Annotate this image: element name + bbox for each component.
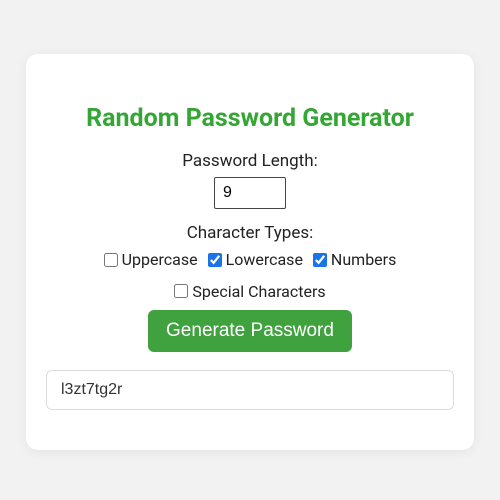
length-label: Password Length: xyxy=(46,151,454,171)
numbers-label: Numbers xyxy=(331,247,396,273)
option-lowercase[interactable]: Lowercase xyxy=(208,247,303,273)
lowercase-label: Lowercase xyxy=(226,247,303,273)
character-types-label: Character Types: xyxy=(46,223,454,243)
page-title: Random Password Generator xyxy=(46,104,454,133)
option-special[interactable]: Special Characters xyxy=(174,279,325,305)
lowercase-checkbox[interactable] xyxy=(208,253,222,267)
generator-card: Random Password Generator Password Lengt… xyxy=(26,54,474,450)
length-input[interactable] xyxy=(214,177,286,209)
numbers-checkbox[interactable] xyxy=(313,253,327,267)
uppercase-checkbox[interactable] xyxy=(104,253,118,267)
option-numbers[interactable]: Numbers xyxy=(313,247,396,273)
option-uppercase[interactable]: Uppercase xyxy=(104,247,198,273)
generate-button[interactable]: Generate Password xyxy=(148,310,352,352)
special-checkbox[interactable] xyxy=(174,284,188,298)
character-types-row: Uppercase Lowercase Numbers Special Char… xyxy=(46,247,454,304)
special-label: Special Characters xyxy=(192,279,325,305)
uppercase-label: Uppercase xyxy=(122,247,198,273)
password-output[interactable] xyxy=(46,370,454,410)
